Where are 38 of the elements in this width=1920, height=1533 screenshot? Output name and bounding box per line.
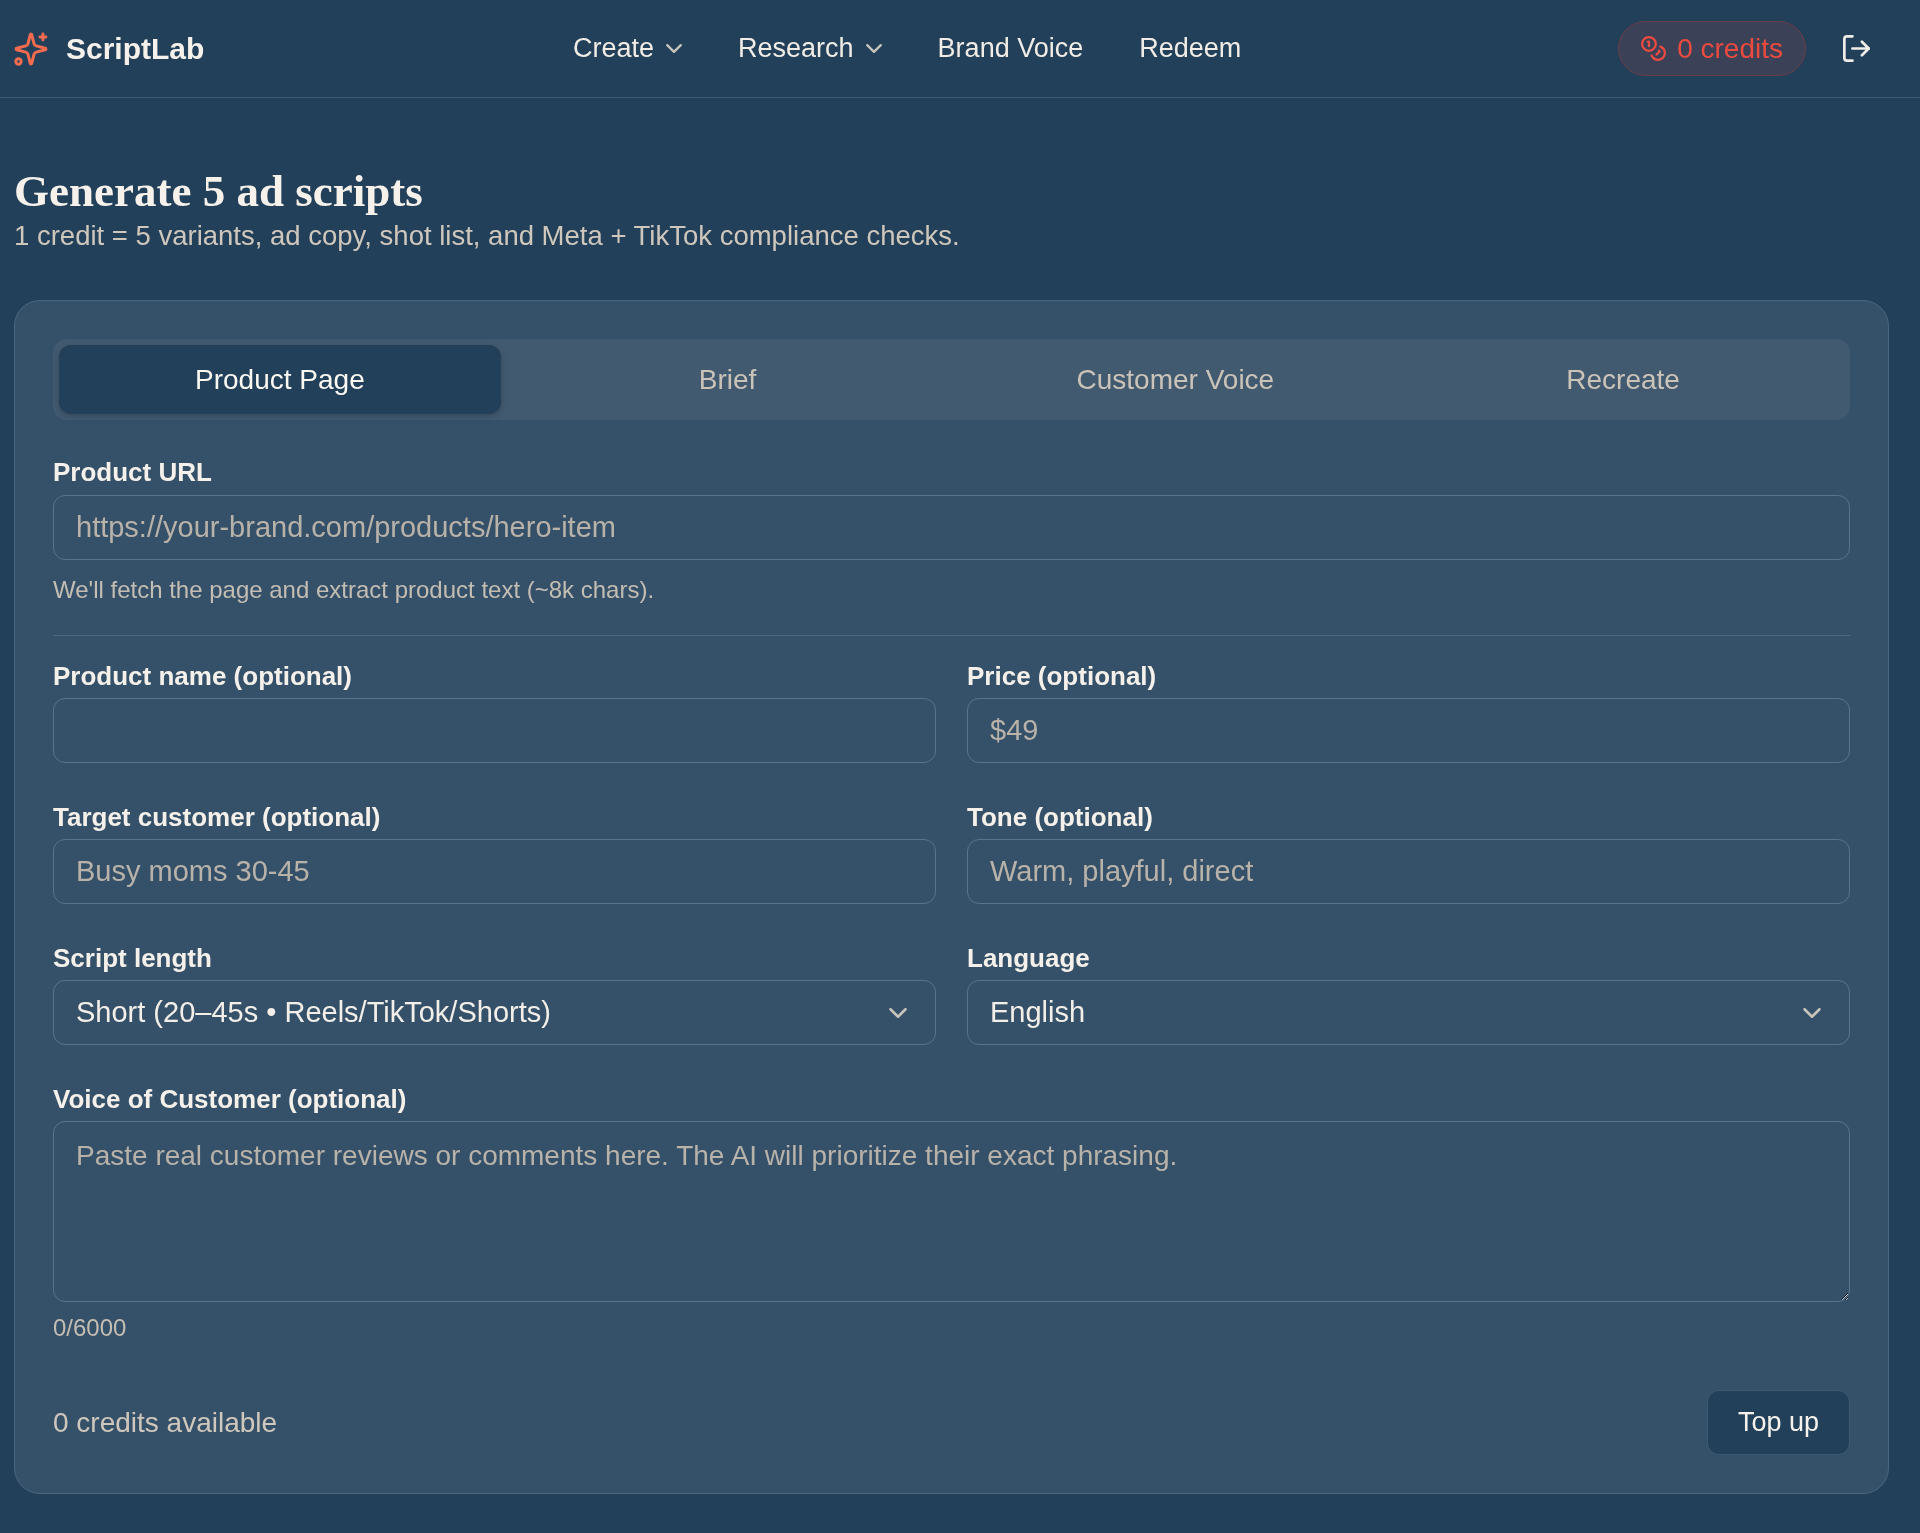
text-input[interactable]: $49 [967,698,1850,763]
field-label: Tone (optional) [967,801,1154,833]
field-label: Voice of Customer (optional) [53,1083,408,1115]
page-title: Generate 5 ad scripts [14,165,424,218]
select-field[interactable]: Short (20–45s • Reels/TikTok/Shorts) [53,980,936,1045]
text-input[interactable]: Warm, playful, direct [967,839,1850,904]
tab[interactable]: Brief [506,345,949,414]
tab[interactable]: Product Page [59,345,501,414]
field-label: Language [967,942,1091,974]
field-label: Script length [53,942,213,974]
select-field[interactable]: English [967,980,1850,1045]
chevron-down-icon [1803,1007,1821,1018]
nav-link[interactable]: Brand Voice [937,33,1084,64]
tab[interactable]: Recreate [1402,345,1844,414]
text-input[interactable]: Busy moms 30-45 [53,839,936,904]
character-counter: 0/6000 [53,1314,128,1342]
coins-icon [1641,36,1667,61]
chevron-down-icon [666,44,683,53]
top-up-button[interactable]: Top up [1706,1390,1850,1455]
tab[interactable]: Customer Voice [954,345,1397,414]
field-label: Product URL [53,456,213,488]
logout-icon[interactable] [1843,35,1870,62]
field-label: Price (optional) [967,660,1158,692]
field-label: Product name (optional) [53,660,353,692]
field-hint: We'll fetch the page and extract product text (~8k chars). [53,575,656,605]
field-label: Target customer (optional) [53,801,382,833]
nav-link[interactable]: Redeem [1139,33,1242,64]
text-input[interactable]: https://your-brand.com/products/hero-item [53,495,1850,560]
text-area[interactable]: Paste real customer reviews or comments here. The AI will prioritize their exact phrasing. [53,1121,1850,1302]
chevron-down-icon [865,44,882,53]
chevron-down-icon [889,1007,907,1018]
nav-menu[interactable]: Create [573,33,683,64]
sparkle-icon [14,31,48,66]
nav-menu[interactable]: Research [738,33,882,64]
page-subtitle: 1 credit = 5 variants, ad copy, shot list, and Meta + TikTok compliance checks. [14,219,961,253]
brand-name: ScriptLab [66,31,205,66]
text-input[interactable] [53,698,936,763]
credits-available-text: 0 credits available [53,1406,278,1439]
